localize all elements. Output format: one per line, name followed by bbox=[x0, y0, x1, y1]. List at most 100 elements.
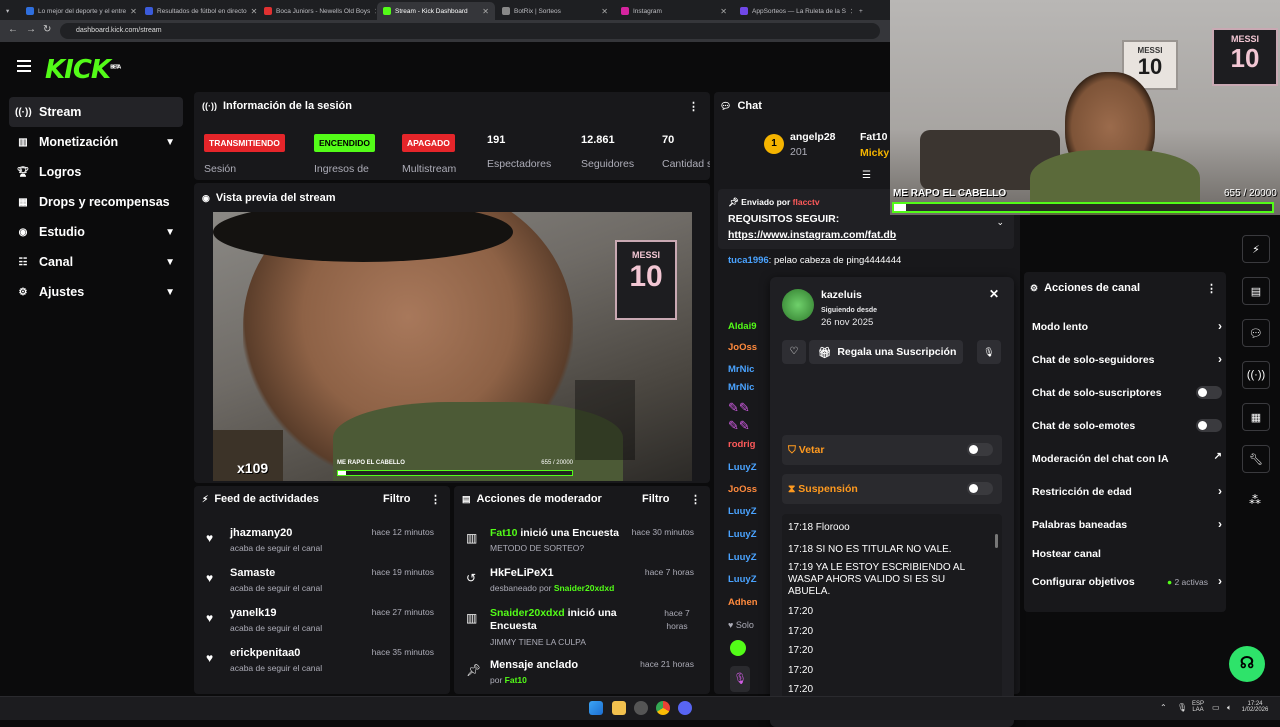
mod-detail-user[interactable]: Snaider20xdxd bbox=[554, 583, 614, 593]
channel-action-row[interactable]: Modo lento › bbox=[1032, 319, 1222, 333]
chat-user[interactable]: LuuyZ bbox=[728, 462, 757, 473]
close-icon[interactable]: ✕ bbox=[720, 7, 727, 16]
leader-name[interactable]: Fat10 bbox=[860, 131, 887, 143]
reload-icon[interactable]: ↻ bbox=[43, 24, 51, 35]
close-icon[interactable]: ✕ bbox=[601, 7, 608, 16]
pinned-link[interactable]: https://www.instagram.com/fat.db bbox=[728, 229, 896, 241]
chevron-down-icon[interactable]: ⌄ bbox=[996, 217, 1004, 228]
chat-user[interactable]: JoOss bbox=[728, 484, 757, 495]
chat-icon[interactable]: 💬︎ bbox=[1242, 319, 1270, 347]
chat-user[interactable]: Adhen bbox=[728, 597, 758, 608]
close-icon[interactable]: ✕ bbox=[251, 7, 257, 16]
chat-user[interactable]: MrNic bbox=[728, 382, 754, 393]
emote-icon[interactable] bbox=[730, 640, 746, 656]
toggle-switch[interactable] bbox=[1196, 419, 1222, 432]
mod-filter-button[interactable]: Filtro bbox=[642, 493, 670, 505]
close-icon[interactable]: ✕ bbox=[130, 7, 137, 16]
sidebar-item-monetizacion[interactable]: ▥ Monetización ▼ bbox=[9, 127, 183, 157]
menu-icon[interactable] bbox=[17, 60, 31, 72]
chat-user[interactable]: MrNic bbox=[728, 364, 754, 375]
start-icon[interactable] bbox=[589, 701, 603, 715]
chat-user[interactable]: Aldai9 bbox=[728, 321, 757, 332]
chat-user[interactable]: LuuyZ bbox=[728, 552, 757, 563]
wrench-icon[interactable]: 🔧︎ bbox=[1242, 445, 1270, 473]
folder-icon[interactable] bbox=[612, 701, 626, 715]
mod-user[interactable]: Fat10 bbox=[490, 527, 517, 539]
kick-logo[interactable]: KICKBETA bbox=[45, 55, 121, 85]
feed-user[interactable]: erickpenitaa0 bbox=[230, 647, 300, 659]
discord-icon[interactable] bbox=[678, 701, 692, 715]
tab-4[interactable]: BotRix | Sorteos ✕ bbox=[496, 2, 614, 20]
user-message-log[interactable]: 17:18 Florooo 17:18 SI NO ES TITULAR NO V… bbox=[782, 514, 1002, 714]
volume-icon[interactable]: 🔈︎ bbox=[1227, 703, 1232, 713]
chrome-icon[interactable] bbox=[656, 701, 670, 715]
tab-list-button[interactable]: ▾ bbox=[0, 2, 18, 20]
sidebar-item-stream[interactable]: ((·)) Stream bbox=[9, 97, 183, 127]
chat-user[interactable]: LuuyZ bbox=[728, 574, 757, 585]
channel-action-row[interactable]: Configurar objetivos › ● 2 activas bbox=[1032, 574, 1222, 588]
new-tab-button[interactable]: + bbox=[853, 2, 871, 20]
sidebar-item-drops[interactable]: ▦ Drops y recompensas bbox=[9, 187, 183, 217]
sidebar-item-ajustes[interactable]: ⚙ Ajustes ▼ bbox=[9, 277, 183, 307]
more-icon[interactable]: ⋮ bbox=[430, 493, 441, 506]
more-icon[interactable]: ⋮ bbox=[690, 493, 701, 506]
mute-button[interactable]: 🎙︎ bbox=[977, 340, 1001, 364]
feed-filter-button[interactable]: Filtro bbox=[383, 493, 411, 505]
close-icon[interactable]: ✕ bbox=[482, 7, 489, 16]
mic-icon[interactable]: 🎙︎ bbox=[730, 666, 750, 692]
sidebar-item-estudio[interactable]: ◉ Estudio ▼ bbox=[9, 217, 183, 247]
gift-sub-button[interactable]: 🎁︎ Regala una Suscripción bbox=[809, 340, 963, 364]
mod-user[interactable]: Snaider20xdxd bbox=[490, 607, 565, 619]
veto-toggle[interactable] bbox=[967, 443, 993, 456]
feed-user[interactable]: Samaste bbox=[230, 567, 275, 579]
address-bar[interactable]: dashboard.kick.com/stream bbox=[60, 23, 880, 39]
network-icon[interactable]: ▭ bbox=[1212, 703, 1220, 712]
clock[interactable]: 17:24 1/02/2026 bbox=[1240, 701, 1270, 713]
pinned-user[interactable]: flacctv bbox=[793, 197, 820, 207]
mic-tray-icon[interactable]: 🎙︎ bbox=[1177, 703, 1187, 712]
apps-icon[interactable]: ⁂ bbox=[1249, 493, 1261, 507]
close-icon[interactable]: ✕ bbox=[374, 7, 376, 16]
tab-3[interactable]: Stream - Kick Dashboard ✕ bbox=[377, 2, 495, 20]
back-icon[interactable]: ← bbox=[8, 24, 18, 35]
channel-action-row[interactable]: Moderación del chat con IA ↗ bbox=[1032, 451, 1222, 465]
obs-icon[interactable] bbox=[634, 701, 648, 715]
bolt-icon[interactable]: ⚡︎ bbox=[1242, 235, 1270, 263]
tab-0[interactable]: Lo mejor del deporte y el entre ✕ bbox=[20, 2, 138, 20]
toggle-switch[interactable] bbox=[1196, 386, 1222, 399]
lang-indicator[interactable]: ESP LAA bbox=[1192, 701, 1204, 713]
leader-name[interactable]: angelp28 bbox=[790, 131, 836, 143]
mod-detail-user[interactable]: Fat10 bbox=[505, 675, 527, 685]
chat-user[interactable]: LuuyZ bbox=[728, 506, 757, 517]
sidebar-item-canal[interactable]: ☷ Canal ▼ bbox=[9, 247, 183, 277]
collapse-icon[interactable]: ☰ bbox=[862, 170, 871, 181]
forward-icon[interactable]: → bbox=[26, 24, 36, 35]
log-scrollbar[interactable] bbox=[995, 534, 998, 548]
close-icon[interactable]: ✕ bbox=[989, 287, 999, 301]
close-icon[interactable]: ✕ bbox=[850, 7, 852, 16]
notes-icon[interactable]: ▤ bbox=[1242, 277, 1270, 305]
channel-action-row[interactable]: Palabras baneadas › bbox=[1032, 517, 1222, 531]
leader-name[interactable]: Micky bbox=[860, 147, 889, 159]
feed-user[interactable]: jhazmany20 bbox=[230, 527, 292, 539]
chat-user[interactable]: rodrig bbox=[728, 439, 755, 450]
more-icon[interactable]: ⋮ bbox=[688, 100, 699, 113]
layout-icon[interactable]: ▦ bbox=[1242, 403, 1270, 431]
channel-action-row[interactable]: Chat de solo-suscriptores bbox=[1032, 386, 1222, 399]
tab-6[interactable]: AppSorteos — La Ruleta de la S ✕ bbox=[734, 2, 852, 20]
usercard-username[interactable]: kazeluis bbox=[821, 289, 862, 301]
mod-user[interactable]: HkFeLiPeX1 bbox=[490, 567, 554, 579]
stream-video[interactable]: MESSI 10 x109 ME RAPO EL CABELLO 655 / 2… bbox=[213, 212, 692, 481]
channel-action-row[interactable]: Restricción de edad › bbox=[1032, 484, 1222, 498]
sidebar-item-logros[interactable]: 🏆︎ Logros bbox=[9, 157, 183, 187]
follow-heart-button[interactable]: ♡ bbox=[782, 340, 806, 364]
chat-user[interactable]: tuca1996 bbox=[728, 255, 769, 266]
channel-action-row[interactable]: Hostear canal bbox=[1032, 548, 1222, 560]
help-button[interactable]: ☊ bbox=[1229, 646, 1265, 682]
tab-2[interactable]: Boca Juniors - Newells Old Boys✕ bbox=[258, 2, 376, 20]
tray-chevron-icon[interactable]: ⌃ bbox=[1160, 703, 1167, 712]
tab-5[interactable]: Instagram ✕ bbox=[615, 2, 733, 20]
more-icon[interactable]: ⋮ bbox=[1206, 282, 1217, 295]
tab-1[interactable]: Resultados de fútbol en directo ✕ bbox=[139, 2, 257, 20]
chat-user[interactable]: JoOss bbox=[728, 342, 757, 353]
